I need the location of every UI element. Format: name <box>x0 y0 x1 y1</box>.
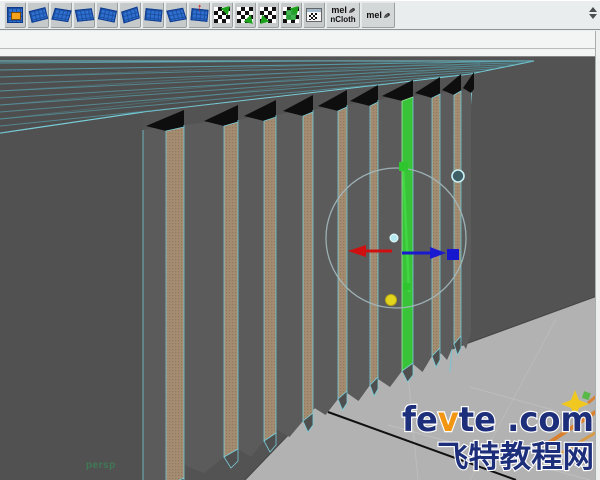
slat-side-face <box>440 89 454 360</box>
shelf-scroll-down-icon[interactable] <box>589 14 597 19</box>
shelf-scroll-up-icon[interactable] <box>589 7 597 12</box>
checker-flag-green-arrow-icon-1[interactable] <box>211 2 234 28</box>
poly-glyph <box>97 7 117 23</box>
slat-side-face <box>184 120 224 473</box>
slat-9[interactable] <box>453 90 462 346</box>
checker-glyph <box>283 2 303 23</box>
green-handle-top[interactable] <box>399 162 408 171</box>
green-handle-bottom[interactable] <box>403 283 410 290</box>
pen-icon: ✎ <box>346 6 357 15</box>
green-arrow-glyph <box>220 2 234 16</box>
manipulator-ring-handle[interactable] <box>451 169 465 183</box>
blue-poly-plane-icon-5[interactable] <box>119 2 141 28</box>
blue-poly-plane-icon-2[interactable] <box>50 2 72 28</box>
blue-poly-plane-icon-7[interactable] <box>165 2 187 28</box>
window-titlebar-glyph <box>307 9 321 12</box>
window-glyph <box>306 8 322 22</box>
slat-side-face <box>276 110 303 437</box>
blue-poly-plane-icon-1[interactable] <box>27 2 49 28</box>
mel-sublabel: nCloth <box>330 15 356 24</box>
scrollbar-strip[interactable] <box>595 31 600 480</box>
orange-chip <box>11 12 21 20</box>
slat-6[interactable] <box>369 101 379 386</box>
grid-plane-glyph <box>7 7 23 23</box>
checker-glyph <box>256 7 276 28</box>
pivot-point[interactable] <box>389 233 399 243</box>
viewport-3d[interactable]: persp fevte .com 飞特教程网 <box>0 57 600 480</box>
checker-flag-green-arrow-icon-3[interactable] <box>256 2 279 28</box>
slat-side-face <box>413 92 432 372</box>
poly-glyph <box>28 7 48 23</box>
slat-2[interactable] <box>223 121 239 458</box>
checker-green-face-icon[interactable] <box>280 2 303 28</box>
mel-script-button-ncloth[interactable]: mel ✎ nCloth <box>326 2 360 28</box>
poly-glyph <box>120 6 140 24</box>
green-arrow-glyph <box>256 14 270 28</box>
green-arrow-glyph <box>243 14 257 28</box>
separator-groove <box>0 48 600 49</box>
blue-poly-plane-icon-4[interactable] <box>96 2 118 28</box>
blue-poly-plane-icon-6[interactable] <box>142 2 164 28</box>
mel-script-button[interactable]: mel ✎ <box>361 2 395 28</box>
slat-5[interactable] <box>337 106 348 400</box>
slat-3[interactable] <box>263 116 277 442</box>
yellow-center-handle[interactable] <box>385 294 397 306</box>
blue-cube-handle[interactable] <box>447 249 459 260</box>
mel-label: mel <box>331 5 347 15</box>
blue-grid-plane-icon[interactable] <box>4 2 26 28</box>
slat-1[interactable] <box>165 126 185 480</box>
left-wall <box>0 112 143 480</box>
blue-poly-red-arrow-icon[interactable]: ↑ <box>188 2 210 28</box>
mel-label: mel <box>366 9 382 20</box>
red-arrow-glyph: ↑ <box>197 2 203 14</box>
slat-side-face <box>378 95 402 387</box>
checker-glyph <box>214 2 234 23</box>
slat-side-face <box>238 115 264 457</box>
camera-label: persp <box>86 460 116 471</box>
window-checker-glyph <box>309 13 317 20</box>
app-window: ↑ mel ✎ nCloth mel ✎ persp fevte .com 飞特… <box>0 0 600 480</box>
pen-icon: ✎ <box>381 10 392 20</box>
slat-side-face <box>313 105 338 415</box>
slat-side-face <box>143 125 166 480</box>
shelf-separator-band <box>0 31 600 57</box>
checker-glyph <box>237 7 257 28</box>
poly-glyph <box>143 8 163 22</box>
checker-window-icon[interactable] <box>303 2 325 28</box>
shelf-toolbar: ↑ mel ✎ nCloth mel ✎ <box>0 0 600 30</box>
slat-4[interactable] <box>302 111 314 422</box>
scene-canvas[interactable]: persp fevte .com 飞特教程网 <box>0 57 600 480</box>
blue-poly-plane-icon-3[interactable] <box>73 2 95 28</box>
poly-glyph <box>74 8 94 22</box>
poly-glyph <box>50 7 72 23</box>
slat-8[interactable] <box>431 93 441 357</box>
checker-flag-green-arrow-icon-2[interactable] <box>234 2 257 28</box>
watermark-line2: 飞特教程网 <box>437 440 594 475</box>
poly-glyph <box>165 7 187 23</box>
shelf-scroll-arrows <box>588 5 598 27</box>
watermark-line1: fevte .com <box>402 400 594 440</box>
